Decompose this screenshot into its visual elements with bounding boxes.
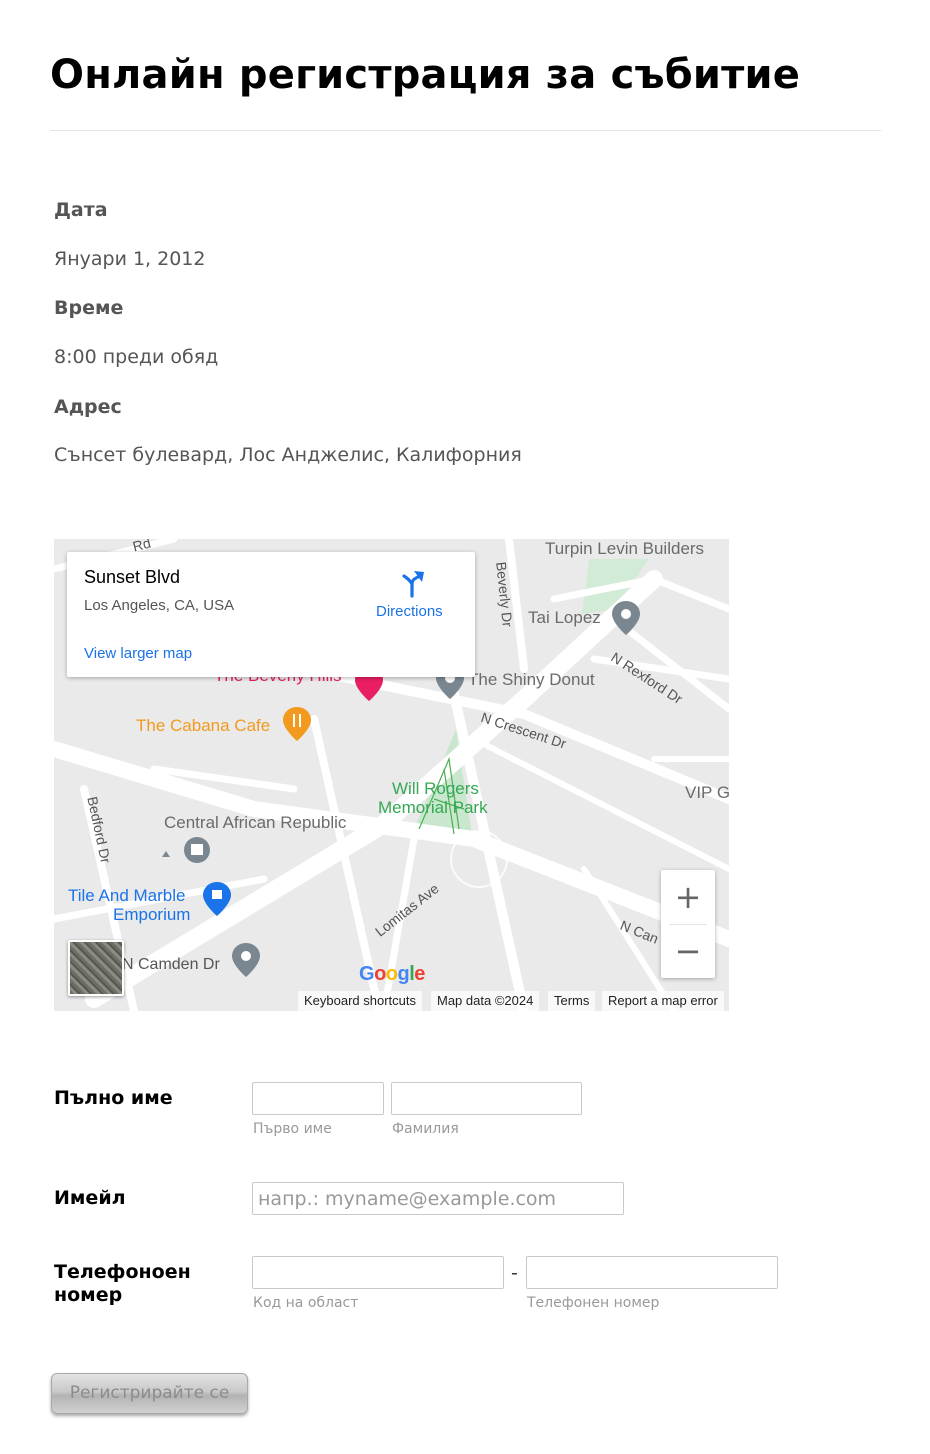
area-code-sublabel: Код на област	[253, 1295, 359, 1311]
address-value: Сънсет булевард, Лос Анджелис, Калифорни…	[54, 444, 522, 466]
place-label[interactable]: Will Rogers	[392, 779, 479, 799]
first-name-input[interactable]	[252, 1082, 384, 1115]
zoom-out-button[interactable]: −	[661, 924, 715, 978]
time-label: Време	[54, 297, 124, 319]
directions-icon[interactable]	[398, 568, 428, 598]
title-divider	[50, 130, 881, 131]
phone-separator: -	[511, 1262, 518, 1284]
map-data-attribution: Map data ©2024	[431, 991, 540, 1011]
phone-number-input[interactable]	[526, 1256, 778, 1289]
place-label[interactable]: Tai Lopez	[528, 608, 601, 628]
zoom-in-button[interactable]: +	[661, 870, 715, 924]
place-label[interactable]: Turpin Levin Builders	[545, 539, 704, 559]
google-logo: Google	[359, 963, 425, 985]
email-label: Имейл	[54, 1187, 126, 1209]
satellite-toggle[interactable]	[68, 940, 124, 996]
first-name-sublabel: Първо име	[253, 1121, 332, 1137]
place-label[interactable]: Central African Republic	[164, 813, 346, 833]
place-label[interactable]: Tile And Marble	[68, 886, 185, 906]
map-embed[interactable]: Turpin Levin Builders Tai Lopez The Beve…	[54, 539, 729, 1011]
phone-label-line1: Телефоноен	[54, 1261, 191, 1283]
place-label[interactable]: Emporium	[113, 905, 190, 925]
page-title: Онлайн регистрация за събитие	[50, 52, 801, 98]
full-name-label: Пълно име	[54, 1087, 173, 1109]
report-map-error-link[interactable]: Report a map error	[602, 991, 724, 1011]
map-place-address: Los Angeles, CA, USA	[84, 597, 235, 614]
area-code-input[interactable]	[252, 1256, 504, 1289]
date-label: Дата	[54, 199, 108, 221]
place-label[interactable]: Memorial Park	[378, 798, 488, 818]
road-label: N Camden Dr	[122, 956, 220, 973]
place-label[interactable]: The Cabana Cafe	[136, 716, 270, 736]
zoom-controls: + −	[661, 870, 715, 978]
terms-link[interactable]: Terms	[548, 991, 596, 1011]
view-larger-map-link[interactable]: View larger map	[84, 645, 192, 662]
place-label[interactable]: VIP G	[685, 783, 729, 803]
last-name-input[interactable]	[391, 1082, 582, 1115]
date-value: Януари 1, 2012	[54, 248, 206, 270]
keyboard-shortcuts-link[interactable]: Keyboard shortcuts	[298, 991, 423, 1011]
phone-number-sublabel: Телефонен номер	[527, 1295, 660, 1311]
last-name-sublabel: Фамилия	[392, 1121, 459, 1137]
register-button[interactable]: Регистрирайте се	[51, 1373, 248, 1414]
email-input[interactable]	[252, 1182, 624, 1215]
phone-label-line2: номер	[54, 1284, 123, 1306]
time-value: 8:00 преди обяд	[54, 346, 219, 368]
map-place-title: Sunset Blvd	[84, 567, 181, 587]
phone-label: Телефоноен номер	[54, 1261, 191, 1307]
address-label: Адрес	[54, 396, 122, 418]
place-label[interactable]: The Shiny Donut	[468, 670, 595, 690]
directions-link[interactable]: Directions	[376, 603, 443, 620]
map-info-card: Sunset Blvd Los Angeles, CA, USA View la…	[67, 552, 475, 677]
